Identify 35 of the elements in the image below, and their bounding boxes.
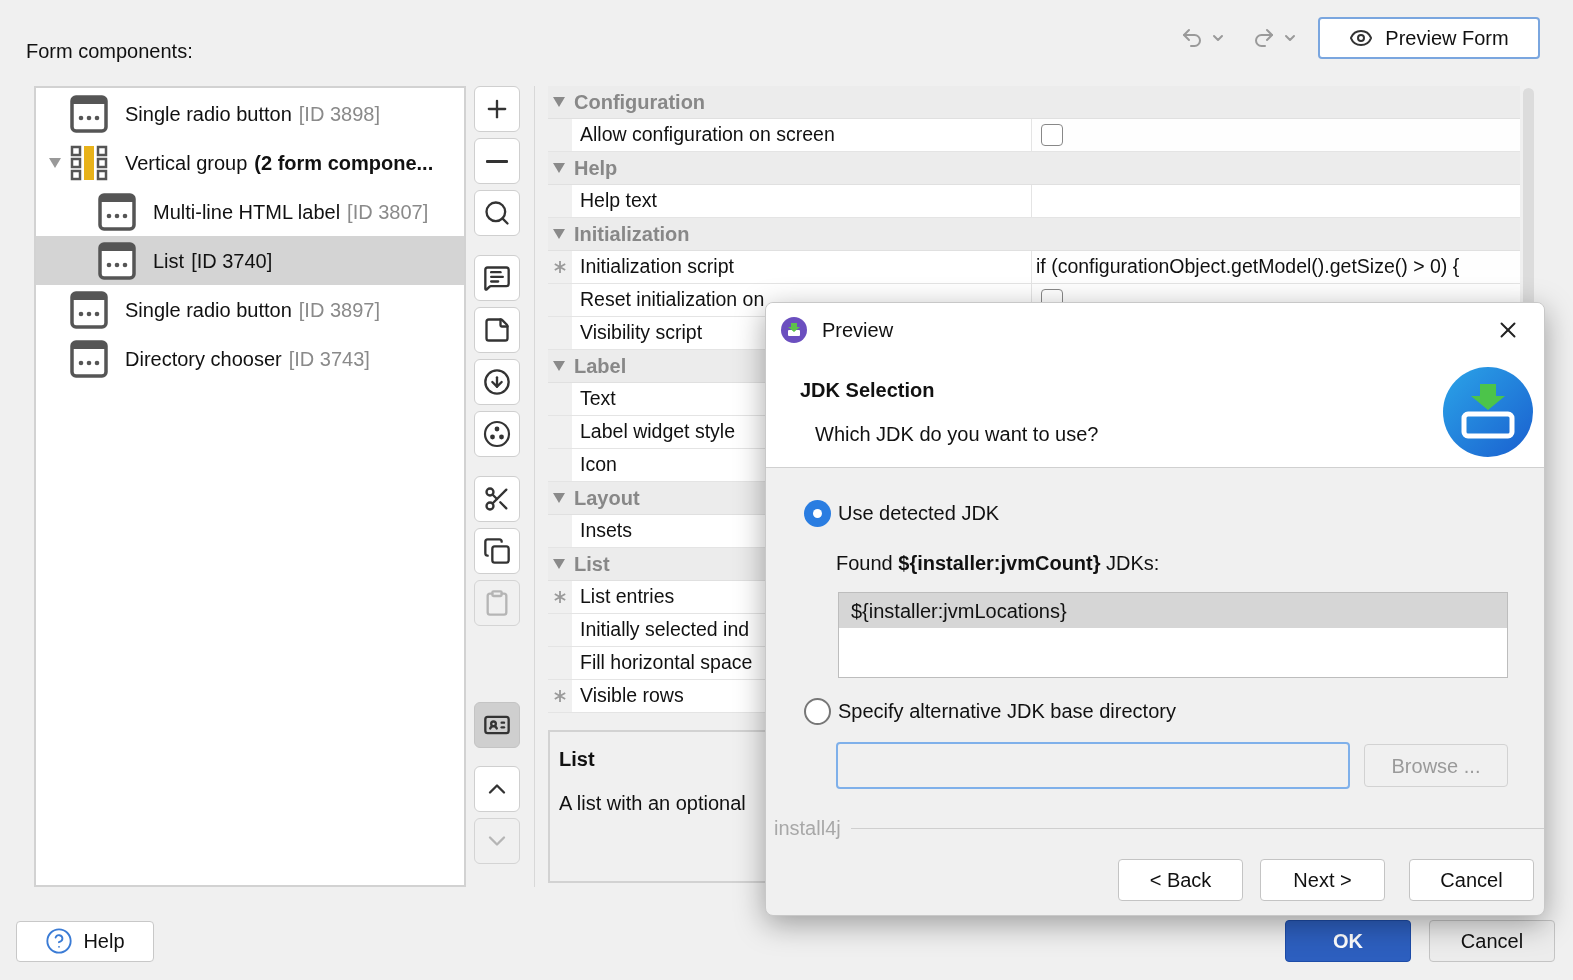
property-name-cell: Initialization script (572, 251, 1032, 283)
tree-item-detail: (2 form compone... (254, 150, 434, 176)
brand-label: install4j (774, 816, 841, 841)
tree-item[interactable]: Multi-line HTML label [ID 3807] (36, 187, 464, 236)
found-text: Found ${installer:jvmCount} JDKs: (836, 551, 1161, 576)
tree-item[interactable]: List [ID 3740] (36, 236, 464, 285)
jdk-list-item[interactable]: ${installer:jvmLocations} (839, 593, 1507, 628)
description-text: A list with an optional (559, 791, 747, 816)
tree-item-id: [ID 3807] (347, 199, 429, 225)
tree-item[interactable]: Single radio button [ID 3898] (36, 89, 464, 138)
property-name-cell: Help text (572, 185, 1032, 217)
tree-item-label: List (153, 248, 185, 274)
ok-button[interactable]: OK (1285, 920, 1411, 962)
section-label: Form components: (26, 39, 193, 64)
wizard-button[interactable]: Next > (1260, 859, 1385, 901)
tree-item-id: [ID 3897] (298, 297, 380, 323)
help-button[interactable]: Help (16, 920, 154, 962)
dialog-title: Preview (822, 317, 894, 343)
property-name-cell: Allow configuration on screen (572, 119, 1032, 151)
tree-item[interactable]: Single radio button [ID 3897] (36, 285, 464, 334)
preview-form-button[interactable]: Preview Form (1318, 17, 1540, 59)
wizard-button[interactable]: Cancel (1409, 859, 1534, 901)
tree-item-id: [ID 3740] (191, 248, 273, 274)
tree-item[interactable]: Vertical group (2 form compone... (36, 138, 464, 187)
tree-item-label: Single radio button (125, 101, 292, 127)
tree-item-label: Single radio button (125, 297, 292, 323)
wizard-button[interactable]: < Back (1118, 859, 1243, 901)
cancel-button[interactable]: Cancel (1429, 920, 1555, 962)
tree-item-label: Multi-line HTML label (153, 199, 341, 225)
tree-item-id: [ID 3898] (298, 101, 380, 127)
tree-item-id: [ID 3743] (288, 346, 370, 372)
description-title: List (559, 747, 596, 772)
tree-item-label: Vertical group (125, 150, 248, 176)
tree-item-label: Directory chooser (125, 346, 282, 372)
tree-item[interactable]: Directory chooser [ID 3743] (36, 334, 464, 383)
